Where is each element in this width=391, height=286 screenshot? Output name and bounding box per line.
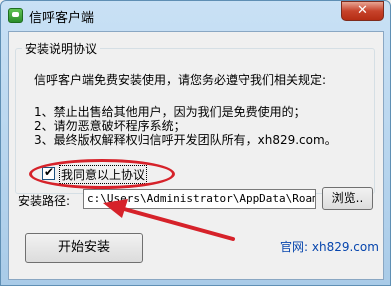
browse-button[interactable]: 浏览.. (322, 187, 373, 210)
agreement-intro: 信呼客户端免费安装使用，请您务必遵守我们相关规定: (34, 73, 327, 87)
close-icon: ✕ (357, 3, 368, 18)
agreement-groupbox: 安装说明协议 信呼客户端免费安装使用，请您务必遵守我们相关规定: 1、禁止出售给… (15, 40, 375, 194)
window-title: 信呼客户端 (29, 11, 95, 26)
dialog-body: 安装说明协议 信呼客户端免费安装使用，请您务必遵守我们相关规定: 1、禁止出售给… (8, 31, 384, 280)
app-icon (8, 8, 23, 23)
close-button[interactable]: ✕ (341, 1, 384, 21)
title-bar[interactable]: 信呼客户端 ✕ (1, 1, 390, 31)
install-path-input[interactable]: c:\Users\Administrator\AppData\Roaming (83, 189, 316, 209)
official-site-link[interactable]: 官网: xh829.com (280, 238, 379, 255)
red-highlight-ellipse (29, 159, 175, 189)
installer-window: 信呼客户端 ✕ 安装说明协议 信呼客户端免费安装使用，请您务必遵守我们相关规定:… (0, 0, 391, 286)
agreement-group-title: 安装说明协议 (22, 40, 101, 57)
install-path-label: 安装路径: (18, 194, 71, 208)
agreement-rule-3: 3、最终版权解释权归信呼开发团队所有，xh829.com。 (34, 133, 337, 147)
start-install-button[interactable]: 开始安装 (25, 233, 143, 263)
